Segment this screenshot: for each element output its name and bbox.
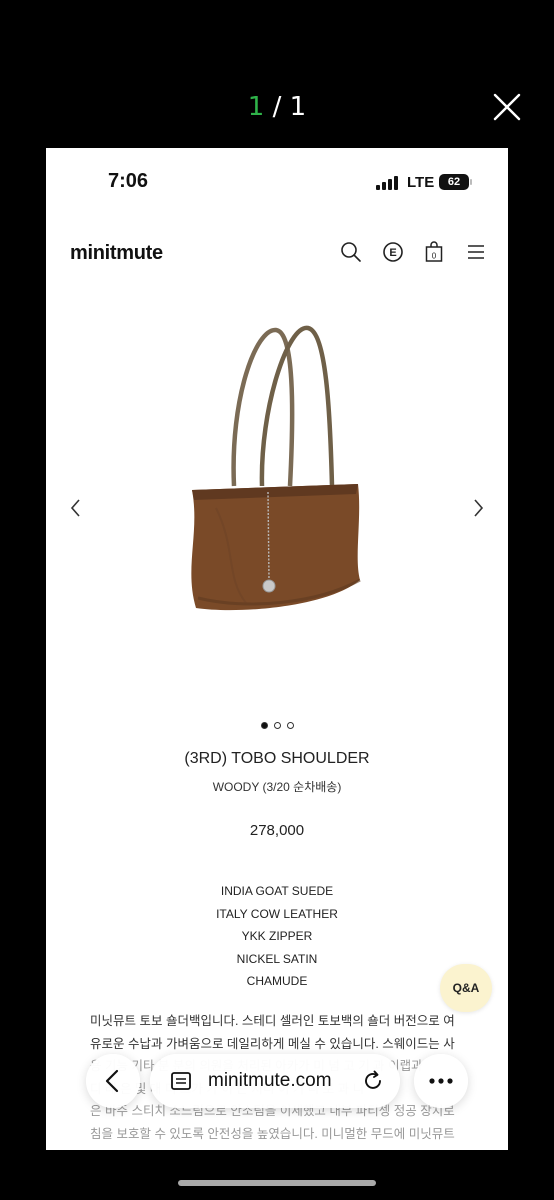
e-coin-label: E bbox=[389, 247, 396, 259]
current-page: 1 bbox=[247, 92, 265, 122]
search-icon[interactable] bbox=[340, 241, 362, 263]
url-text: minitmute.com bbox=[208, 1070, 332, 1091]
reload-icon bbox=[365, 1070, 381, 1089]
tote-bag-image bbox=[191, 325, 361, 611]
menu-icon[interactable] bbox=[465, 241, 487, 263]
phone-screenshot: 7:06 LTE 62 minitmute E 0 (3RD) TOBO SHO… bbox=[46, 148, 508, 1150]
chevron-left-icon[interactable] bbox=[66, 496, 86, 520]
network-label: LTE bbox=[407, 174, 435, 191]
gallery-dot[interactable] bbox=[273, 722, 281, 729]
status-time: 7:06 bbox=[108, 170, 149, 192]
back-button[interactable] bbox=[86, 1054, 140, 1108]
product-gallery[interactable] bbox=[46, 318, 508, 708]
qa-button[interactable]: Q&A bbox=[440, 964, 492, 1012]
material-item: YKK ZIPPER bbox=[241, 929, 313, 943]
total-pages: 1 bbox=[289, 92, 307, 122]
gallery-dot[interactable] bbox=[260, 722, 268, 729]
material-item: ITALY COW LEATHER bbox=[216, 906, 338, 921]
image-viewer-header: 1 / 1 bbox=[0, 0, 554, 148]
address-bar[interactable]: minitmute.com bbox=[150, 1054, 400, 1108]
material-item: NICKEL SATIN bbox=[236, 951, 318, 966]
description-line: 유로운 수납과 가벼움으로 데일리하게 메실 수 있습니다. 스웨이드는 사 bbox=[90, 1036, 455, 1051]
home-indicator bbox=[178, 1180, 376, 1186]
battery-icon: 62 bbox=[439, 174, 469, 190]
e-coin-icon[interactable]: E bbox=[382, 241, 404, 263]
chevron-right-icon[interactable] bbox=[468, 496, 488, 520]
close-icon[interactable] bbox=[490, 90, 524, 124]
materials-list: INDIA GOAT SUEDE ITALY COW LEATHER YKK Z… bbox=[46, 880, 508, 993]
status-bar: 7:06 LTE 62 bbox=[46, 148, 508, 208]
material-item: CHAMUDE bbox=[246, 974, 308, 988]
browser-toolbar: minitmute.com bbox=[86, 1054, 470, 1110]
battery-tip bbox=[470, 179, 472, 185]
product-color: WOODY (3/20 순차배송) bbox=[212, 780, 342, 794]
cart-count: 0 bbox=[432, 252, 437, 261]
logo[interactable]: minitmute bbox=[70, 242, 163, 265]
ellipsis-icon bbox=[429, 1078, 453, 1084]
chevron-left-icon bbox=[105, 1069, 119, 1093]
signal-icon bbox=[376, 176, 398, 190]
bag-icon[interactable]: 0 bbox=[423, 241, 445, 263]
description-line: 미닛뮤트 토보 숄더백입니다. 스테디 셀러인 토보백의 숄더 버전으로 여 bbox=[90, 1014, 455, 1028]
page-counter: 1 / 1 bbox=[0, 92, 554, 122]
gallery-dots bbox=[46, 716, 508, 734]
material-item: INDIA GOAT SUEDE bbox=[220, 884, 334, 898]
gallery-dot[interactable] bbox=[286, 722, 294, 729]
page-separator: / bbox=[264, 92, 290, 122]
description-line: 침을 보호할 수 있도록 안전성을 높였습니다. 미니멀한 무드에 미닛뮤트 bbox=[90, 1126, 455, 1141]
reader-icon bbox=[171, 1072, 191, 1090]
site-header: minitmute E 0 bbox=[46, 228, 508, 278]
more-button[interactable] bbox=[414, 1054, 468, 1108]
product-price: 278,000 bbox=[249, 822, 305, 839]
product-name: (3RD) TOBO SHOULDER bbox=[184, 750, 370, 767]
